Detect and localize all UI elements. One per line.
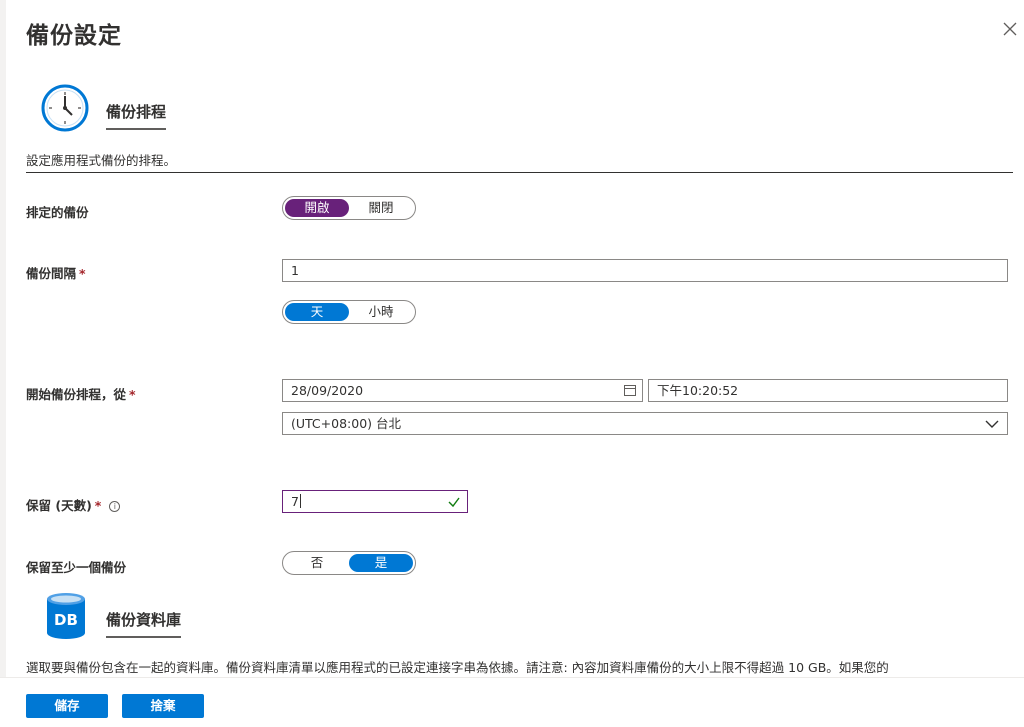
database-icon-label: DB	[54, 611, 78, 629]
checkmark-icon	[448, 497, 460, 508]
toggle-no-option[interactable]: 否	[285, 554, 349, 572]
chevron-down-icon	[985, 420, 999, 428]
required-mark: *	[94, 498, 102, 513]
toggle-yes-option[interactable]: 是	[349, 554, 413, 572]
save-button[interactable]: 儲存	[26, 694, 108, 718]
toggle-off-option[interactable]: 關閉	[349, 199, 413, 217]
start-schedule-label: 開始備份排程，從 *	[26, 384, 136, 403]
text-caret	[299, 494, 301, 508]
toggle-on-option[interactable]: 開啟	[285, 199, 349, 217]
section-divider	[26, 172, 1013, 173]
timezone-value: (UTC+08:00) 台北	[291, 416, 402, 431]
close-icon	[1003, 22, 1017, 36]
clock-icon	[41, 84, 89, 132]
required-mark: *	[79, 266, 86, 281]
panel-title: 備份設定	[26, 23, 122, 49]
discard-button[interactable]: 捨棄	[122, 694, 204, 718]
start-date-input[interactable]: 28/09/2020	[282, 379, 643, 402]
interval-unit-toggle[interactable]: 天 小時	[282, 300, 416, 324]
required-mark: *	[129, 387, 136, 402]
start-schedule-label-text: 開始備份排程，從	[26, 387, 127, 402]
database-section-title: 備份資料庫	[106, 609, 182, 638]
backup-interval-input[interactable]: 1	[282, 259, 1008, 282]
keep-one-backup-label: 保留至少一個備份	[26, 560, 127, 575]
info-icon[interactable]: i	[109, 501, 121, 512]
retention-days-input[interactable]: 7	[282, 490, 468, 513]
start-date-value: 28/09/2020	[291, 383, 364, 398]
backup-interval-label: 備份間隔 *	[26, 263, 86, 282]
schedule-section-title: 備份排程	[106, 101, 167, 130]
close-button[interactable]	[1003, 22, 1024, 44]
unit-hour-option[interactable]: 小時	[349, 303, 413, 321]
keep-one-backup-toggle[interactable]: 否 是	[282, 551, 416, 575]
backup-interval-label-text: 備份間隔	[26, 266, 77, 281]
footer-bar: 儲存 捨棄	[0, 677, 1024, 727]
retention-label: 保留 (天數) * i	[26, 495, 121, 514]
scheduled-backup-label: 排定的備份	[26, 205, 89, 220]
database-icon: DB	[45, 591, 87, 641]
calendar-icon[interactable]	[624, 385, 636, 396]
database-description: 選取要與備份包含在一起的資料庫。備份資料庫清單以應用程式的已設定連接字串為依據。…	[26, 660, 889, 675]
scheduled-backup-toggle[interactable]: 開啟 關閉	[282, 196, 416, 220]
schedule-description: 設定應用程式備份的排程。	[26, 153, 177, 168]
timezone-dropdown[interactable]: (UTC+08:00) 台北	[282, 412, 1008, 435]
left-edge	[0, 0, 6, 727]
start-time-input[interactable]: 下午10:20:52	[648, 379, 1008, 402]
retention-label-text: 保留 (天數)	[26, 498, 92, 513]
retention-days-value: 7	[291, 494, 299, 509]
unit-day-option[interactable]: 天	[285, 303, 349, 321]
